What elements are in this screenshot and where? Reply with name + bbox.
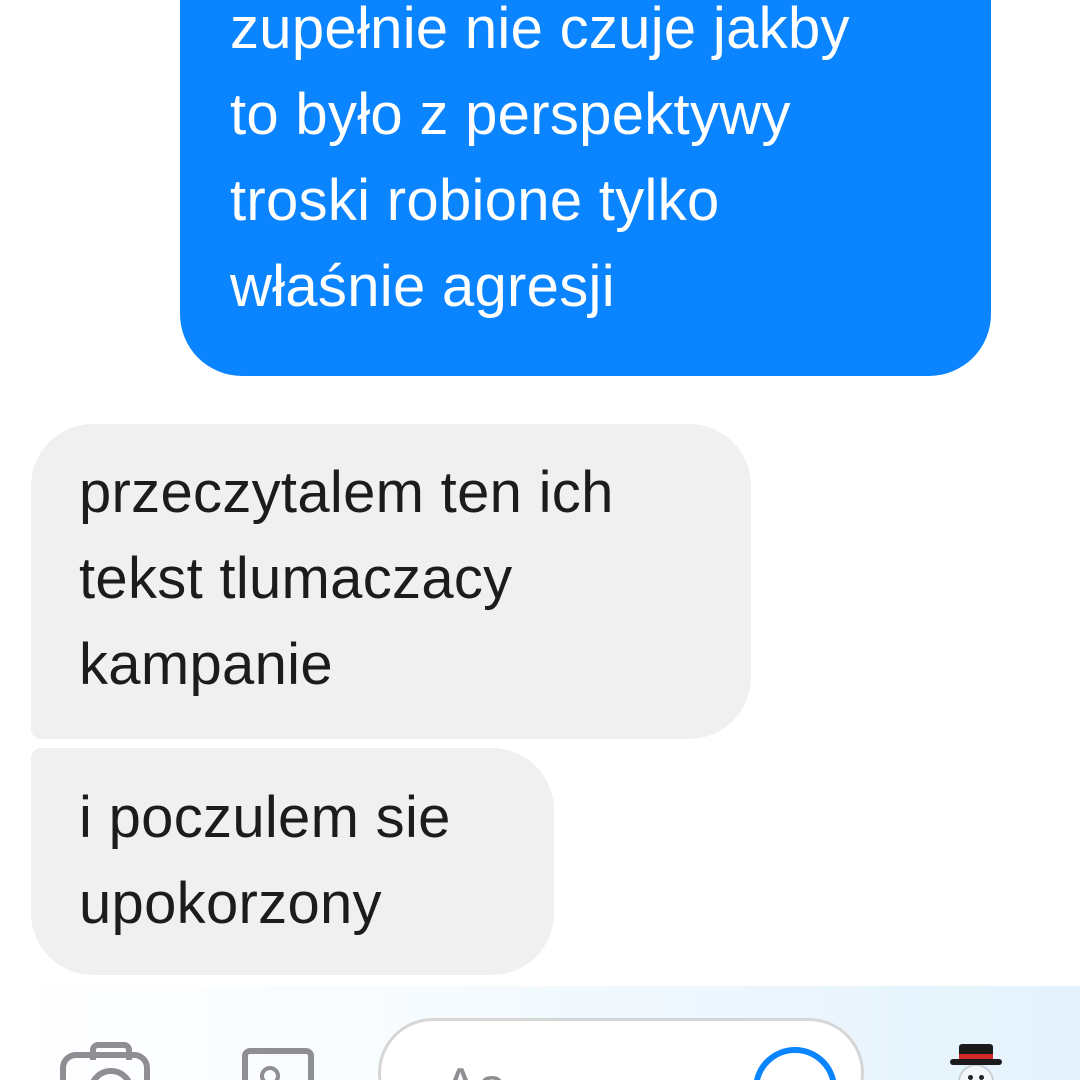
snowman-eye — [979, 1075, 984, 1080]
message-line: właśnie agresji — [230, 254, 615, 319]
incoming-message-bubble[interactable]: i poczulem sie upokorzony — [31, 748, 554, 975]
snowman-eye — [968, 1075, 973, 1080]
emoji-icon[interactable] — [753, 1047, 837, 1080]
message-line: to było z perspektywy — [230, 82, 791, 147]
message-line: troski robione tylko — [230, 168, 720, 233]
incoming-message-bubble[interactable]: przeczytalem ten ich tekst tlumaczacy ka… — [31, 424, 751, 739]
message-line: upokorzony — [79, 871, 382, 936]
outgoing-message-bubble[interactable]: zupełnie nie czuje jakby to było z persp… — [180, 0, 991, 376]
snowman-icon[interactable] — [946, 1044, 1006, 1080]
snowman-hat-brim — [950, 1059, 1002, 1065]
message-line: przeczytalem ten ich — [79, 460, 614, 525]
message-line: kampanie — [79, 632, 333, 697]
message-input-placeholder: Aa — [443, 1057, 507, 1080]
chat-screen: zupełnie nie czuje jakby to było z persp… — [0, 0, 1080, 1080]
message-line: i poczulem sie — [79, 785, 451, 850]
message-input[interactable]: Aa — [378, 1018, 864, 1080]
camera-icon[interactable] — [60, 1042, 150, 1080]
message-line: zupełnie nie czuje jakby — [230, 0, 850, 61]
message-line: tekst tlumaczacy — [79, 546, 513, 611]
photo-icon[interactable] — [242, 1048, 314, 1080]
snowman-head — [958, 1064, 994, 1080]
